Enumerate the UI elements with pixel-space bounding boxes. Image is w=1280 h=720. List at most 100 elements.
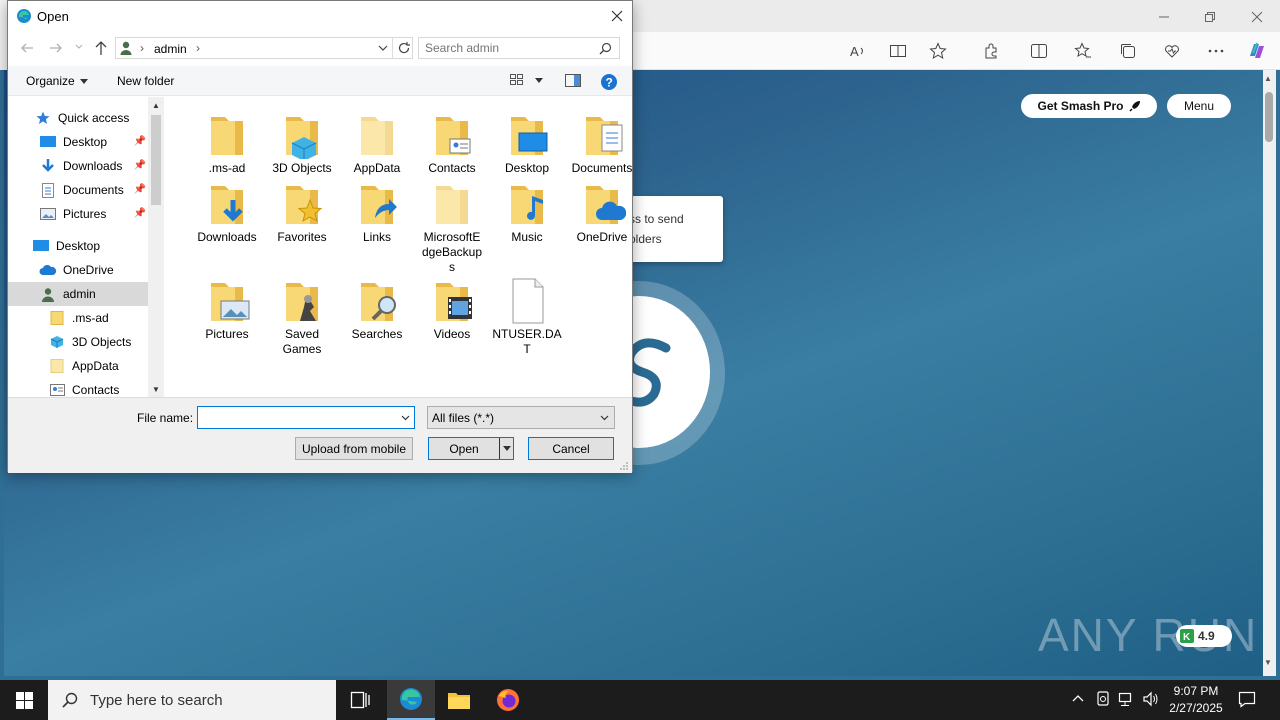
address-dropdown-icon[interactable] xyxy=(378,45,388,52)
nav-scroll-down-icon[interactable]: ▼ xyxy=(152,385,160,394)
resize-grip-icon[interactable] xyxy=(620,462,629,471)
nav-item-ms-ad[interactable]: .ms-ad xyxy=(8,306,148,330)
get-pro-button[interactable]: Get Smash Pro xyxy=(1021,94,1157,118)
nav-scroll-thumb[interactable] xyxy=(151,115,161,205)
split-screen-icon[interactable] xyxy=(1028,40,1050,62)
search-icon[interactable] xyxy=(599,42,612,55)
extensions-icon[interactable] xyxy=(980,40,1002,62)
scroll-down-arrow-icon[interactable]: ▼ xyxy=(1264,658,1272,667)
page-scrollbar[interactable] xyxy=(1263,70,1276,676)
read-aloud-icon[interactable]: A xyxy=(847,40,869,62)
file-item[interactable]: Saved Games xyxy=(264,277,340,357)
nav-item-admin[interactable]: admin xyxy=(8,282,148,306)
cancel-button[interactable]: Cancel xyxy=(528,437,614,460)
dialog-close-icon[interactable] xyxy=(608,7,626,25)
start-button[interactable] xyxy=(0,680,48,720)
file-item[interactable]: MicrosoftE dgeBackup s xyxy=(414,180,490,275)
nav-item-pictures[interactable]: Pictures 📌 xyxy=(8,202,148,226)
taskbar-edge-icon[interactable] xyxy=(387,680,435,720)
collections-icon[interactable] xyxy=(1117,40,1139,62)
nav-item-downloads[interactable]: Downloads 📌 xyxy=(8,154,148,178)
recent-locations-chevron-icon[interactable] xyxy=(75,44,83,50)
nav-item-desktop-pinned[interactable]: Desktop 📌 xyxy=(8,130,148,154)
nav-item-desktop[interactable]: Desktop xyxy=(8,234,148,258)
file-type-select[interactable]: All files (*.*) xyxy=(427,406,615,429)
volume-icon[interactable] xyxy=(1142,691,1160,707)
file-item[interactable]: Music xyxy=(489,180,565,245)
taskbar-firefox-icon[interactable] xyxy=(484,680,532,720)
notifications-icon[interactable] xyxy=(1238,690,1256,708)
file-name-dropdown-icon[interactable] xyxy=(401,415,410,421)
file-name-label: File name: xyxy=(137,411,194,425)
copilot-icon[interactable] xyxy=(1246,40,1268,62)
file-item[interactable]: Contacts xyxy=(414,111,490,176)
taskbar-file-explorer-icon[interactable] xyxy=(435,680,483,720)
breadcrumb[interactable]: admin xyxy=(154,42,187,56)
network-icon[interactable] xyxy=(1118,691,1136,707)
taskbar-search-box[interactable]: Type here to search xyxy=(48,680,336,720)
view-options-icon[interactable] xyxy=(510,74,524,86)
nav-item-documents[interactable]: Documents 📌 xyxy=(8,178,148,202)
file-item[interactable]: Desktop xyxy=(489,111,565,176)
favorite-star-icon[interactable] xyxy=(927,40,949,62)
up-arrow-icon[interactable] xyxy=(94,40,108,56)
star-icon xyxy=(34,110,52,126)
open-button[interactable]: Open xyxy=(428,437,514,460)
file-item[interactable]: Documents xyxy=(564,111,640,176)
forward-arrow-icon[interactable] xyxy=(49,41,63,55)
browser-essentials-icon[interactable] xyxy=(1161,40,1183,62)
search-box[interactable] xyxy=(418,37,620,59)
file-item[interactable]: Downloads xyxy=(189,180,265,245)
file-item[interactable]: OneDrive xyxy=(564,180,640,245)
file-item-label: Searches xyxy=(351,327,403,341)
refresh-icon[interactable] xyxy=(397,41,411,55)
nav-item-quick-access[interactable]: Quick access xyxy=(8,106,148,130)
file-item[interactable]: Pictures xyxy=(189,277,265,342)
organize-button[interactable]: Organize xyxy=(26,74,88,88)
file-name-input[interactable] xyxy=(202,410,392,425)
nav-item-onedrive[interactable]: OneDrive xyxy=(8,258,148,282)
help-icon[interactable]: ? xyxy=(600,73,618,91)
nav-item-label: Documents xyxy=(63,183,124,197)
file-item[interactable]: Links xyxy=(339,180,415,245)
close-icon[interactable] xyxy=(1246,6,1268,28)
file-item[interactable]: NTUSER.DA T xyxy=(489,277,565,357)
file-name-field[interactable] xyxy=(197,406,415,429)
file-item[interactable]: Searches xyxy=(339,277,415,342)
nav-item-appdata[interactable]: AppData xyxy=(8,354,148,378)
file-item[interactable]: .ms-ad xyxy=(189,111,265,176)
minimize-icon[interactable] xyxy=(1153,6,1175,28)
taskbar-search-placeholder: Type here to search xyxy=(90,691,223,709)
cancel-label: Cancel xyxy=(552,441,590,456)
immersive-reader-icon[interactable] xyxy=(887,40,909,62)
network-device-icon[interactable] xyxy=(1096,691,1110,707)
favorites-icon[interactable] xyxy=(1072,40,1094,62)
file-item[interactable]: 3D Objects xyxy=(264,111,340,176)
restore-icon[interactable] xyxy=(1199,6,1221,28)
documents-icon xyxy=(39,182,57,198)
task-view-icon[interactable] xyxy=(336,680,384,720)
nav-item-3d-objects[interactable]: 3D Objects xyxy=(8,330,148,354)
organize-label: Organize xyxy=(26,74,75,88)
documents-folder-icon xyxy=(578,111,626,159)
show-hidden-icons-icon[interactable] xyxy=(1072,693,1084,703)
search-input[interactable] xyxy=(425,40,595,56)
view-dropdown-icon[interactable] xyxy=(535,78,543,83)
upload-from-mobile-button[interactable]: Upload from mobile xyxy=(295,437,413,460)
get-pro-label: Get Smash Pro xyxy=(1037,99,1124,113)
scroll-up-arrow-icon[interactable]: ▲ xyxy=(1264,74,1272,83)
nav-scroll-up-icon[interactable]: ▲ xyxy=(152,101,160,110)
address-bar[interactable]: › admin › xyxy=(115,37,413,59)
file-item[interactable]: Videos xyxy=(414,277,490,342)
back-arrow-icon[interactable] xyxy=(20,41,34,55)
file-item[interactable]: Favorites xyxy=(264,180,340,245)
preview-pane-icon[interactable] xyxy=(565,74,581,87)
more-icon[interactable] xyxy=(1205,40,1227,62)
file-item[interactable]: AppData xyxy=(339,111,415,176)
menu-button[interactable]: Menu xyxy=(1167,94,1231,118)
nav-item-label: AppData xyxy=(72,359,119,373)
page-scroll-thumb[interactable] xyxy=(1265,92,1273,142)
new-folder-button[interactable]: New folder xyxy=(117,74,174,88)
clock[interactable]: 9:07 PM 2/27/2025 xyxy=(1160,683,1232,717)
open-dropdown-icon[interactable] xyxy=(500,446,513,451)
